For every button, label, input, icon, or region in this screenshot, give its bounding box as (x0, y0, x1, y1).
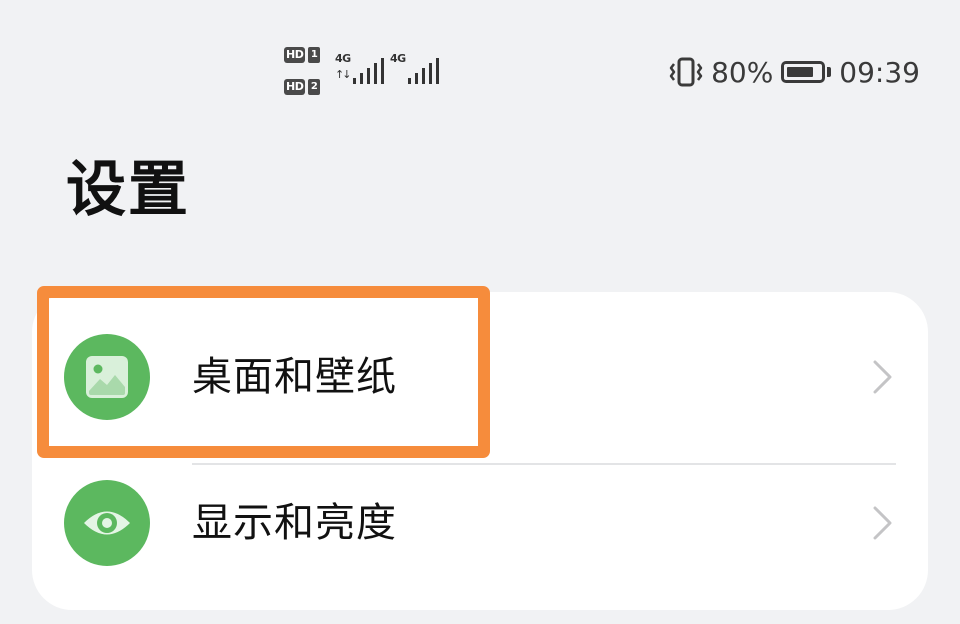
network-type-label: 4G (335, 52, 351, 65)
sim-indicators: HD 1 HD 2 (284, 46, 328, 96)
battery-icon (781, 61, 832, 83)
settings-card: 桌面和壁纸 显示和亮度 (32, 292, 928, 610)
data-activity-icon: ↑↓ (335, 68, 352, 81)
chevron-right-icon (873, 506, 892, 540)
battery-percent: 80% (711, 55, 774, 89)
settings-item-desktop-wallpaper[interactable]: 桌面和壁纸 (32, 304, 928, 465)
signal-icon (353, 58, 384, 84)
settings-item-label: 显示和亮度 (192, 500, 397, 546)
hd-badge: HD (284, 47, 306, 63)
sim2-signal: 4G (390, 52, 439, 86)
eye-icon (64, 480, 150, 566)
sim2-indicator: HD 2 (284, 78, 321, 96)
settings-item-label: 桌面和壁纸 (192, 354, 397, 400)
hd-badge: HD (284, 79, 306, 95)
sim-number: 2 (308, 79, 321, 95)
vibrate-icon (669, 57, 703, 87)
signal-icon (408, 58, 439, 84)
sim1-signal: 4G ↑↓ (335, 52, 384, 86)
sim1-indicator: HD 1 (284, 46, 321, 64)
page-title: 设置 (66, 155, 190, 225)
sim-number: 1 (308, 47, 321, 63)
chevron-right-icon (873, 360, 892, 394)
clock: 09:39 (839, 55, 920, 89)
settings-item-display-brightness[interactable]: 显示和亮度 (32, 450, 928, 600)
network-type-label: 4G (390, 52, 406, 65)
status-bar: HD 1 HD 2 4G ↑↓ 4G 80% 09:39 (0, 0, 960, 110)
status-right-group: 80% 09:39 (669, 52, 920, 92)
wallpaper-icon (64, 334, 150, 420)
